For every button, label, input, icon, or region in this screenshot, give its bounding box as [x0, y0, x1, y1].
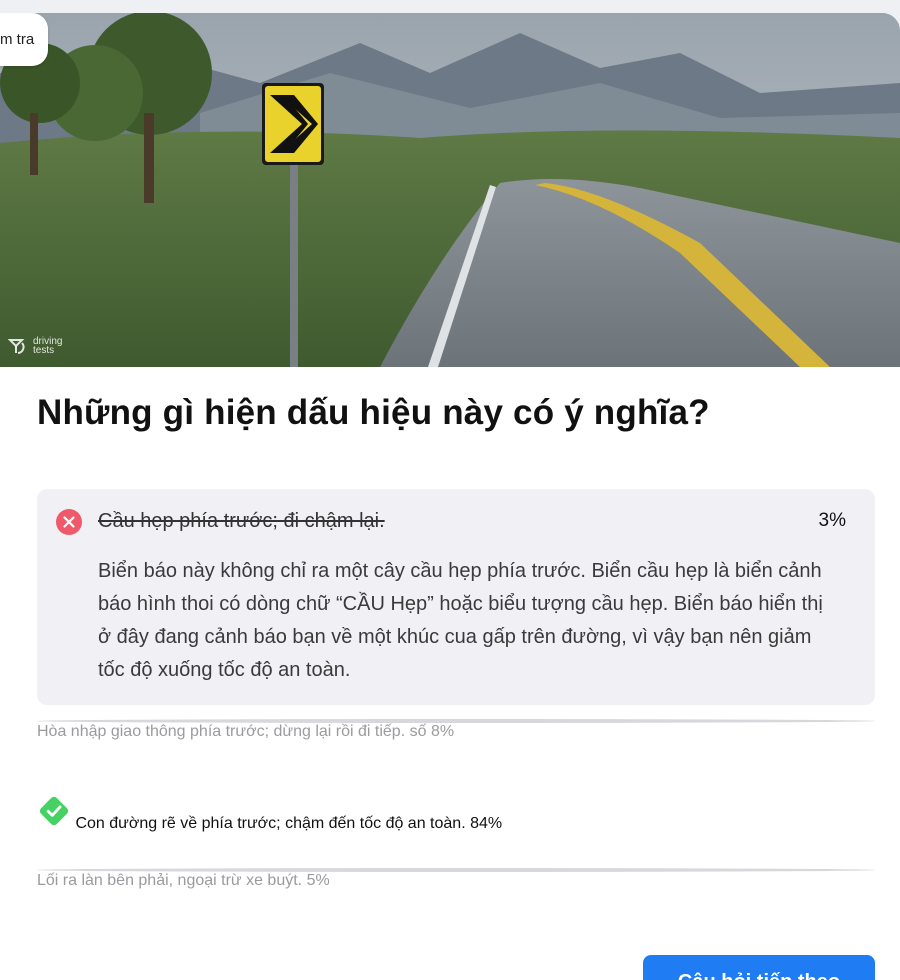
- question-image: m tra driving tests: [0, 13, 900, 367]
- exam-tab-label: m tra: [0, 31, 35, 48]
- x-circle-icon: [56, 509, 82, 535]
- check-diamond-icon: [39, 796, 69, 826]
- answer-percent: 3%: [818, 510, 846, 531]
- answer-percent: số 8%: [409, 723, 455, 740]
- road-scene-illustration: [0, 13, 900, 367]
- answer-option-4[interactable]: Lối ra làn bên phải, ngoại trừ xe buýt. …: [37, 868, 875, 928]
- answer-label: Hòa nhập giao thông phía trước; dừng lại…: [37, 723, 406, 740]
- next-question-button[interactable]: Câu hỏi tiếp theo: [643, 955, 875, 980]
- answer-percent: 84%: [470, 815, 503, 832]
- answer-label: Lối ra làn bên phải, ngoại trừ xe buýt.: [37, 872, 303, 889]
- answer-option-2[interactable]: Hòa nhập giao thông phía trước; dừng lại…: [37, 719, 875, 779]
- answer-label: Con đường rẽ về phía trước; chậm đến tốc…: [75, 815, 466, 832]
- answer-explanation: Biển báo này không chỉ ra một cây cầu hẹ…: [98, 560, 823, 681]
- watermark-logo: driving tests: [8, 337, 62, 356]
- answer-label: Cầu hẹp phía trước; đi chậm lại.: [98, 510, 385, 532]
- answer-list: Cầu hẹp phía trước; đi chậm lại. 3% Biển…: [37, 489, 875, 889]
- watermark-line2: tests: [33, 345, 55, 356]
- exam-tab[interactable]: m tra: [0, 13, 49, 66]
- quiz-page: m tra driving tests Những gì hiện dấu hi…: [0, 0, 900, 980]
- question-title: Những gì hiện dấu hiệu này có ý nghĩa?: [37, 393, 710, 432]
- answer-option-3[interactable]: Con đường rẽ về phía trước; chậm đến tốc…: [37, 794, 875, 854]
- answer-percent: 5%: [306, 872, 330, 889]
- answer-option-1[interactable]: Cầu hẹp phía trước; đi chậm lại. 3% Biển…: [37, 489, 875, 705]
- driving-tests-logo-icon: [8, 339, 25, 354]
